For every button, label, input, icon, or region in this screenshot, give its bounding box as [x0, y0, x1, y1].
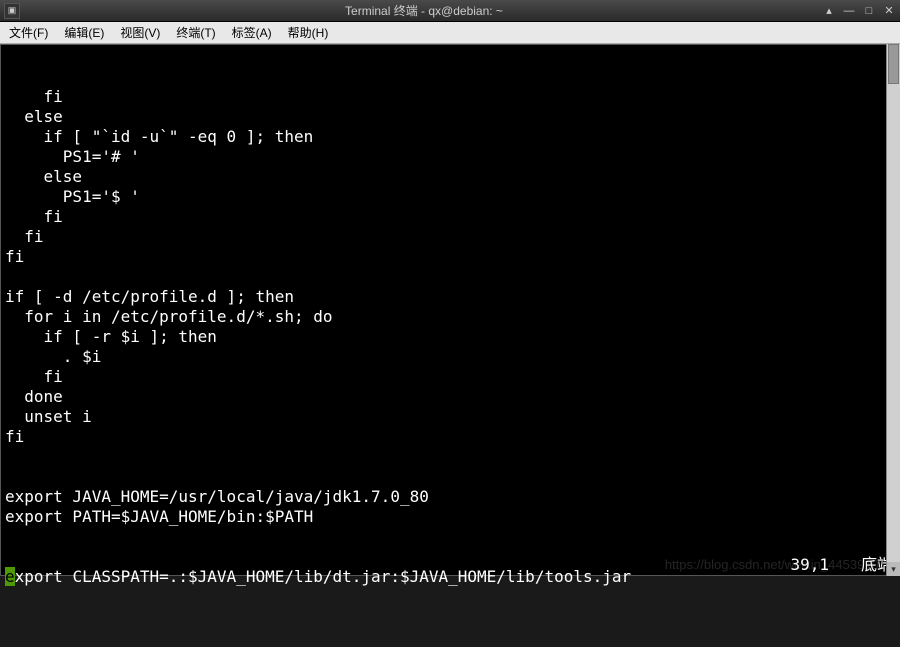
- scrollbar-down-icon[interactable]: ▾: [887, 562, 900, 576]
- menubar: 文件(F) 编辑(E) 视图(V) 终端(T) 标签(A) 帮助(H): [0, 22, 900, 44]
- terminal[interactable]: fi else if [ "`id -u`" -eq 0 ]; then PS1…: [0, 44, 900, 576]
- menu-file[interactable]: 文件(F): [6, 23, 51, 42]
- terminal-line: [5, 467, 895, 487]
- terminal-line: [5, 447, 895, 467]
- terminal-line: PS1='$ ': [5, 187, 895, 207]
- status-position: 39,1: [790, 555, 829, 575]
- terminal-line: if [ -r $i ]; then: [5, 327, 895, 347]
- menu-tabs[interactable]: 标签(A): [229, 23, 275, 42]
- menu-edit[interactable]: 编辑(E): [61, 23, 107, 42]
- terminal-line: PS1='# ': [5, 147, 895, 167]
- terminal-line: unset i: [5, 407, 895, 427]
- terminal-line: fi: [5, 427, 895, 447]
- terminal-line: for i in /etc/profile.d/*.sh; do: [5, 307, 895, 327]
- app-icon: ▣: [4, 3, 20, 19]
- up-arrow-icon[interactable]: ▴: [822, 4, 836, 18]
- terminal-line: if [ "`id -u`" -eq 0 ]; then: [5, 127, 895, 147]
- titlebar: ▣ Terminal 终端 - qx@debian: ~ ▴ — □ ✕: [0, 0, 900, 22]
- terminal-line: fi: [5, 87, 895, 107]
- window-title: Terminal 终端 - qx@debian: ~: [26, 2, 822, 19]
- close-icon[interactable]: ✕: [882, 4, 896, 18]
- terminal-line: export JAVA_HOME=/usr/local/java/jdk1.7.…: [5, 487, 895, 507]
- terminal-line: else: [5, 167, 895, 187]
- terminal-line: fi: [5, 227, 895, 247]
- terminal-line: . $i: [5, 347, 895, 367]
- terminal-line: [5, 267, 895, 287]
- terminal-line: else: [5, 107, 895, 127]
- terminal-line: fi: [5, 247, 895, 267]
- scrollbar[interactable]: ▾: [886, 44, 900, 576]
- terminal-line: export PATH=$JAVA_HOME/bin:$PATH: [5, 507, 895, 527]
- cursor: e: [5, 567, 15, 586]
- window-controls: ▴ — □ ✕: [822, 4, 896, 18]
- scrollbar-thumb[interactable]: [888, 44, 899, 84]
- menu-terminal[interactable]: 终端(T): [173, 23, 218, 42]
- minimize-icon[interactable]: —: [842, 4, 856, 18]
- menu-view[interactable]: 视图(V): [117, 23, 163, 42]
- terminal-line: done: [5, 387, 895, 407]
- terminal-line: if [ -d /etc/profile.d ]; then: [5, 287, 895, 307]
- terminal-cursor-line: export CLASSPATH=.:$JAVA_HOME/lib/dt.jar…: [5, 567, 895, 587]
- terminal-line: fi: [5, 207, 895, 227]
- terminal-line: fi: [5, 367, 895, 387]
- cursor-line-rest: xport CLASSPATH=.:$JAVA_HOME/lib/dt.jar:…: [15, 567, 632, 586]
- maximize-icon[interactable]: □: [862, 4, 876, 18]
- menu-help[interactable]: 帮助(H): [285, 23, 332, 42]
